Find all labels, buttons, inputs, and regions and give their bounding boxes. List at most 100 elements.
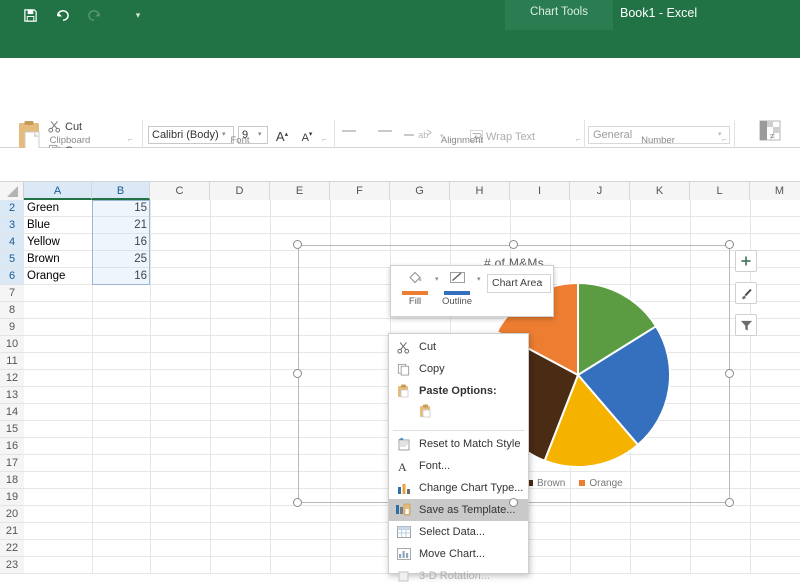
context-menu-item-3-d-rotation: 3-D Rotation... [389,565,528,587]
row-header-7[interactable]: 7 [0,285,24,302]
row-header-17[interactable]: 17 [0,455,24,472]
select-data-icon [395,524,412,540]
cell-B4[interactable]: 16 [92,234,150,251]
row-header-23[interactable]: 23 [0,557,24,574]
mini-toolbar[interactable]: Fill ▾ Outline ▾ Chart Area ▾ [390,265,554,317]
alignment-dialog-launcher[interactable]: ⌐ [576,135,581,144]
row-header-16[interactable]: 16 [0,438,24,455]
chart-element-caret-icon[interactable]: ▾ [539,279,543,287]
column-header-i[interactable]: I [510,182,570,200]
legend-item-orange[interactable]: Orange [579,478,622,489]
row-header-2[interactable]: 2 [0,200,24,217]
move-chart-icon [395,546,412,562]
select-all-corner[interactable] [0,182,24,200]
context-menu-item-font[interactable]: AFont... [389,455,528,477]
chart-resize-handle[interactable] [725,369,734,378]
scissors-icon [46,120,62,136]
chart-filters-button[interactable] [735,314,757,336]
chart-resize-handle[interactable] [293,240,302,249]
redo-icon[interactable] [82,0,106,30]
plus-icon [740,255,752,267]
cut-button[interactable]: Cut [46,120,82,136]
chart-resize-handle[interactable] [293,498,302,507]
cell-A3[interactable]: Blue [24,217,92,234]
column-header-d[interactable]: D [210,182,270,200]
row-header-19[interactable]: 19 [0,489,24,506]
chart-tools-label: Chart Tools [505,6,613,18]
row-header-18[interactable]: 18 [0,472,24,489]
clipboard-dialog-launcher[interactable]: ⌐ [128,135,133,144]
outline-caret-icon[interactable]: ▾ [477,275,481,283]
chart-resize-handle[interactable] [725,498,734,507]
row-header-4[interactable]: 4 [0,234,24,251]
cell-B2[interactable]: 15 [92,200,150,217]
column-header-e[interactable]: E [270,182,330,200]
row-header-8[interactable]: 8 [0,302,24,319]
cell-B5[interactable]: 25 [92,251,150,268]
column-header-m[interactable]: M [750,182,800,200]
context-menu-item-label: Move Chart... [419,548,485,560]
paint-bucket-icon [407,271,424,286]
row-header-10[interactable]: 10 [0,336,24,353]
chart-styles-button[interactable] [735,282,757,304]
brush-icon [740,287,753,300]
row-header-14[interactable]: 14 [0,404,24,421]
column-header-f[interactable]: F [330,182,390,200]
chart-resize-handle[interactable] [725,240,734,249]
chart-resize-handle[interactable] [293,369,302,378]
context-menu-item-cut[interactable]: Cut [389,336,528,358]
alignment-group-label: Alignment [342,135,582,146]
context-menu-item-select-data[interactable]: Select Data... [389,521,528,543]
context-menu-item-reset-to-match-style[interactable]: Reset to Match Style [389,433,528,455]
column-header-b[interactable]: B [92,182,150,200]
context-menu[interactable]: Cut CopyPaste Options: Reset to Match Styl… [388,333,529,574]
save-icon[interactable] [18,0,42,30]
outline-label: Outline [437,296,477,307]
cell-B3[interactable]: 21 [92,217,150,234]
row-header-9[interactable]: 9 [0,319,24,336]
paste-option-keep-source-formatting[interactable] [389,402,528,428]
row-header-21[interactable]: 21 [0,523,24,540]
column-header-g[interactable]: G [390,182,450,200]
row-header-20[interactable]: 20 [0,506,24,523]
column-header-a[interactable]: A [24,182,92,200]
column-header-j[interactable]: J [570,182,630,200]
cell-A6[interactable]: Orange [24,268,92,285]
context-menu-item-paste-options[interactable]: Paste Options: [389,380,528,402]
select-all-triangle-icon [7,186,18,197]
context-menu-item-label: Cut [419,341,436,353]
column-header-k[interactable]: K [630,182,690,200]
cell-A2[interactable]: Green [24,200,92,217]
cell-B6[interactable]: 16 [92,268,150,285]
column-header-c[interactable]: C [150,182,210,200]
chart-elements-button[interactable] [735,250,757,272]
row-header-12[interactable]: 12 [0,370,24,387]
row-header-22[interactable]: 22 [0,540,24,557]
row-header-6[interactable]: 6 [0,268,24,285]
row-header-11[interactable]: 11 [0,353,24,370]
context-menu-item-save-as-template[interactable]: Save as Template... [389,499,528,521]
customize-qat-icon[interactable]: ▾ [126,0,150,30]
column-header-l[interactable]: L [690,182,750,200]
cell-A4[interactable]: Yellow [24,234,92,251]
legend-item-brown[interactable]: Brown [527,478,565,489]
chart-resize-handle[interactable] [509,240,518,249]
number-dialog-launcher[interactable]: ⌐ [722,135,727,144]
number-group-label: Number [588,135,728,146]
chart-resize-handle[interactable] [509,498,518,507]
undo-icon[interactable] [50,0,74,30]
row-header-3[interactable]: 3 [0,217,24,234]
row-header-5[interactable]: 5 [0,251,24,268]
rotation-icon [395,568,412,584]
cell-A5[interactable]: Brown [24,251,92,268]
context-menu-item-change-chart-type[interactable]: Change Chart Type... [389,477,528,499]
fill-button[interactable]: Fill [395,271,435,307]
font-dialog-launcher[interactable]: ⌐ [322,135,327,144]
row-header-13[interactable]: 13 [0,387,24,404]
column-header-h[interactable]: H [450,182,510,200]
row-header-15[interactable]: 15 [0,421,24,438]
context-menu-item-label: Reset to Match Style [419,438,521,450]
context-menu-item-copy[interactable]: Copy [389,358,528,380]
outline-button[interactable]: Outline [437,271,477,307]
context-menu-item-move-chart[interactable]: Move Chart... [389,543,528,565]
